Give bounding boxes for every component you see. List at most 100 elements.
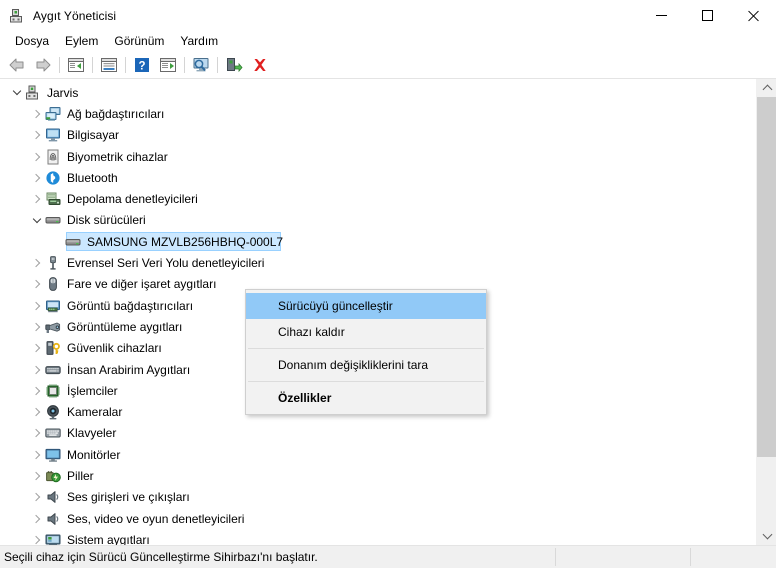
uninstall-device-icon[interactable] <box>247 53 273 77</box>
camera-icon <box>45 404 61 420</box>
chevron-right-icon[interactable] <box>29 511 45 527</box>
chevron-right-icon[interactable] <box>29 447 45 463</box>
tree-item-label: Biyometrik cihazlar <box>67 149 168 164</box>
status-divider-2 <box>690 548 691 566</box>
window-controls <box>638 0 776 31</box>
close-button[interactable] <box>730 0 776 31</box>
update-driver-icon[interactable] <box>155 53 181 77</box>
help-icon[interactable]: ? <box>129 53 155 77</box>
tree-item-label: Fare ve diğer işaret aygıtları <box>67 277 217 292</box>
context-menu-separator-4 <box>248 381 484 382</box>
tree-item-20[interactable]: Sistem aygıtları <box>0 529 755 545</box>
audio-io-icon <box>45 489 61 505</box>
system-device-icon <box>45 532 61 545</box>
ctx-update-driver[interactable]: Sürücüyü güncelleştir <box>246 293 486 319</box>
maximize-button[interactable] <box>684 0 730 31</box>
tree-item-label: Depolama denetleyicileri <box>67 192 198 207</box>
tree-item-7[interactable]: Evrensel Seri Veri Yolu denetleyicileri <box>0 252 755 273</box>
menu-yardim[interactable]: Yardım <box>172 32 226 51</box>
vertical-scrollbar[interactable] <box>755 79 776 545</box>
tree-item-label: Ses, video ve oyun denetleyicileri <box>67 511 245 526</box>
disk-drive-icon <box>45 212 61 228</box>
no-expander <box>49 234 65 250</box>
computer-icon <box>45 127 61 143</box>
chevron-right-icon[interactable] <box>29 404 45 420</box>
ctx-scan-hardware-changes[interactable]: Donanım değişikliklerini tara <box>246 352 486 378</box>
enable-device-icon[interactable] <box>221 53 247 77</box>
context-menu-separator-2 <box>248 348 484 349</box>
tree-item-5[interactable]: Disk sürücüleri <box>0 210 755 231</box>
ctx-uninstall-device[interactable]: Cihazı kaldır <box>246 319 486 345</box>
network-adapter-icon <box>45 106 61 122</box>
chevron-down-icon[interactable] <box>9 85 25 101</box>
chevron-right-icon[interactable] <box>29 276 45 292</box>
properties-icon[interactable] <box>96 53 122 77</box>
tree-item-16[interactable]: Monitörler <box>0 444 755 465</box>
menu-eylem[interactable]: Eylem <box>57 32 106 51</box>
storage-controller-icon <box>45 191 61 207</box>
chevron-down-icon[interactable] <box>29 212 45 228</box>
hid-icon <box>45 362 61 378</box>
tree-item-label: Monitörler <box>67 447 121 462</box>
tree-item-4[interactable]: Depolama denetleyicileri <box>0 188 755 209</box>
tree-item-19[interactable]: Ses, video ve oyun denetleyicileri <box>0 508 755 529</box>
chevron-right-icon[interactable] <box>29 149 45 165</box>
tree-item-2[interactable]: Biyometrik cihazlar <box>0 146 755 167</box>
menu-gorunum[interactable]: Görünüm <box>106 32 172 51</box>
chevron-right-icon[interactable] <box>29 425 45 441</box>
bluetooth-icon <box>45 170 61 186</box>
tree-item-label: İnsan Arabirim Aygıtları <box>67 362 191 377</box>
chevron-right-icon[interactable] <box>29 383 45 399</box>
forward-icon[interactable] <box>30 53 56 77</box>
content-area: Jarvis Ağ bağdaştırıcıları Bilgisayar Biyom… <box>0 79 776 546</box>
separator-2 <box>92 57 93 73</box>
tree-item-label: Sistem aygıtları <box>67 532 150 545</box>
tree-item-1[interactable]: Bilgisayar <box>0 125 755 146</box>
tree-item-label: Jarvis <box>47 85 79 100</box>
chevron-right-icon[interactable] <box>29 362 45 378</box>
title-bar: Aygıt Yöneticisi <box>0 0 776 31</box>
tree-item-18[interactable]: Ses girişleri ve çıkışları <box>0 487 755 508</box>
device-manager-icon <box>9 8 25 24</box>
tree-item-label: Bilgisayar <box>67 128 120 143</box>
scroll-down-button[interactable] <box>757 527 776 545</box>
chevron-right-icon[interactable] <box>29 489 45 505</box>
tree-item-label: Kameralar <box>67 405 123 420</box>
chevron-right-icon[interactable] <box>29 468 45 484</box>
scan-for-hardware-changes-icon[interactable] <box>188 53 214 77</box>
show-hide-console-tree-icon[interactable] <box>63 53 89 77</box>
tree-item-17[interactable]: Piller <box>0 465 755 486</box>
scroll-up-button[interactable] <box>757 79 776 97</box>
chevron-right-icon[interactable] <box>29 170 45 186</box>
chevron-right-icon[interactable] <box>29 255 45 271</box>
tree-root-item[interactable]: Jarvis <box>0 82 755 103</box>
tree-item-label: Ses girişleri ve çıkışları <box>67 490 190 505</box>
usb-icon <box>45 255 61 271</box>
back-icon[interactable] <box>4 53 30 77</box>
status-divider-1 <box>555 548 556 566</box>
menu-bar: Dosya Eylem Görünüm Yardım <box>0 31 776 52</box>
context-menu[interactable]: Sürücüyü güncelleştir Cihazı kaldır Donanı… <box>245 289 487 415</box>
chevron-right-icon[interactable] <box>29 298 45 314</box>
chevron-right-icon[interactable] <box>29 191 45 207</box>
tree-item-label: Bluetooth <box>67 170 118 185</box>
chevron-right-icon[interactable] <box>29 319 45 335</box>
menu-dosya[interactable]: Dosya <box>7 32 57 51</box>
separator-3 <box>125 57 126 73</box>
tree-item-6[interactable]: SAMSUNG MZVLB256HBHQ-000L7 <box>0 231 755 252</box>
minimize-button[interactable] <box>638 0 684 31</box>
tree-item-label: Güvenlik cihazları <box>67 341 162 356</box>
scrollbar-thumb[interactable] <box>757 97 776 457</box>
tree-item-15[interactable]: Klavyeler <box>0 423 755 444</box>
tree-item-label: Görüntüleme aygıtları <box>67 319 183 334</box>
tree-item-0[interactable]: Ağ bağdaştırıcıları <box>0 103 755 124</box>
chevron-right-icon[interactable] <box>29 340 45 356</box>
tree-item-3[interactable]: Bluetooth <box>0 167 755 188</box>
chevron-right-icon[interactable] <box>29 127 45 143</box>
separator-4 <box>184 57 185 73</box>
display-adapter-icon <box>45 298 61 314</box>
chevron-right-icon[interactable] <box>29 532 45 545</box>
ctx-properties[interactable]: Özellikler <box>246 385 486 411</box>
security-device-icon <box>45 340 61 356</box>
chevron-right-icon[interactable] <box>29 106 45 122</box>
